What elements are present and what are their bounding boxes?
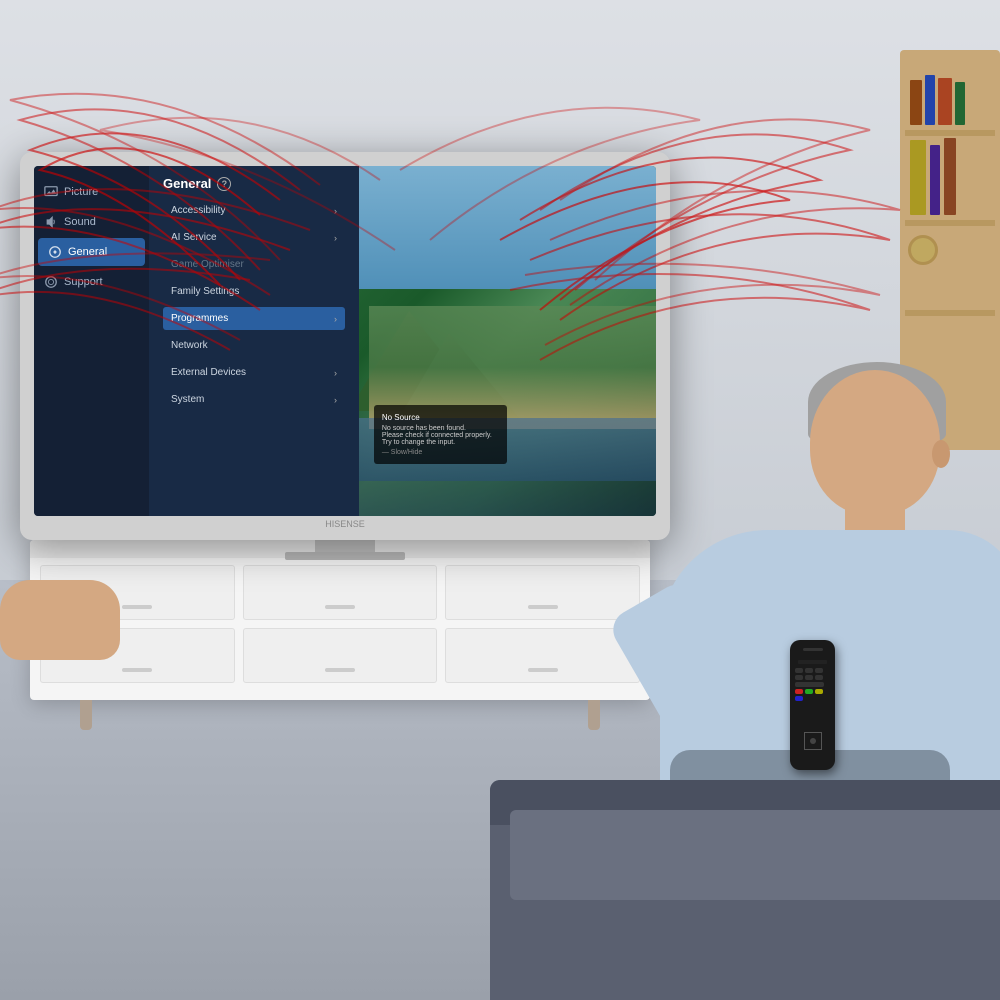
sidebar-sound-label: Sound [64, 216, 96, 228]
remote-btn-1[interactable] [795, 668, 803, 673]
cabinet-drawer-5 [243, 628, 438, 683]
main-panel-title: General ? [163, 176, 345, 191]
book-7 [944, 138, 956, 215]
sidebar-general-label: General [68, 246, 107, 258]
remote-control [790, 640, 835, 770]
arrow-icon: › [334, 206, 337, 216]
remote-btn-6[interactable] [815, 675, 823, 680]
option-family-settings[interactable]: Family Settings [163, 280, 345, 303]
remote-btn-yellow[interactable] [815, 689, 823, 694]
support-icon [44, 275, 58, 289]
remote-ok-btn[interactable] [804, 732, 822, 750]
tv-sidebar: Picture Sound [34, 166, 149, 516]
sidebar-item-sound[interactable]: Sound [34, 208, 149, 236]
book-6 [930, 145, 940, 215]
sidebar-item-picture[interactable]: Picture [34, 178, 149, 206]
shelf-plank-1 [905, 130, 995, 136]
sofa [490, 780, 1000, 1000]
book-2 [925, 75, 935, 125]
book-5 [910, 140, 926, 215]
remote-label-bar [798, 660, 827, 664]
arrow-icon: › [334, 395, 337, 405]
hand-shape [0, 580, 120, 660]
arrow-icon: › [334, 314, 337, 324]
cabinet-leg-1 [80, 700, 92, 730]
remote-btn-4[interactable] [795, 675, 803, 680]
remote-btn-red[interactable] [795, 689, 803, 694]
option-system[interactable]: System › [163, 388, 345, 411]
shelf-plank-2 [905, 220, 995, 226]
option-external-devices[interactable]: External Devices › [163, 361, 345, 384]
person-ear [932, 440, 950, 468]
cabinet-drawer-2 [243, 565, 438, 620]
person-head [810, 370, 940, 515]
option-accessibility[interactable]: Accessibility › [163, 199, 345, 222]
option-game-optimiser: Game Optimiser [163, 253, 345, 276]
tv-stand-neck [315, 540, 375, 552]
remote-btn-blue[interactable] [795, 696, 803, 701]
remote-btn-3[interactable] [815, 668, 823, 673]
sidebar-picture-label: Picture [64, 186, 98, 198]
sidebar-item-support[interactable]: Support [34, 268, 149, 296]
sound-icon [44, 215, 58, 229]
option-network[interactable]: Network [163, 334, 345, 357]
general-icon [48, 245, 62, 259]
left-hand [0, 570, 130, 660]
sidebar-item-general[interactable]: General [38, 238, 145, 266]
arrow-icon: › [334, 368, 337, 378]
remote-ir [803, 648, 823, 651]
remote-buttons [795, 668, 830, 701]
option-programmes[interactable]: Programmes › [163, 307, 345, 330]
book-1 [910, 80, 922, 125]
help-icon[interactable]: ? [217, 177, 231, 191]
remote-btn-5[interactable] [805, 675, 813, 680]
tv-main-panel: General ? Accessibility › AI Service › [149, 166, 359, 516]
picture-icon [44, 185, 58, 199]
sidebar-support-label: Support [64, 276, 103, 288]
book-3 [938, 78, 952, 125]
sofa-cushion [510, 810, 1000, 900]
option-ai-service[interactable]: AI Service › [163, 226, 345, 249]
remote-btn-green[interactable] [805, 689, 813, 694]
book-4 [955, 82, 965, 125]
arrow-icon: › [334, 233, 337, 243]
tv-stand-base [285, 552, 405, 560]
remote-btn-2[interactable] [805, 668, 813, 673]
remote-btn-wide[interactable] [795, 682, 824, 687]
